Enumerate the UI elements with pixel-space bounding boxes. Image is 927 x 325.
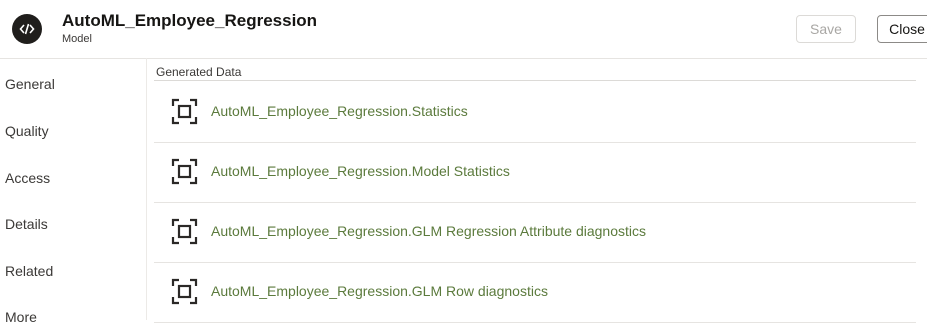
generated-data-item: AutoML_Employee_Regression.GLM Row diagn… (154, 262, 916, 323)
generated-data-item: AutoML_Employee_Regression.GLM Regressio… (154, 202, 916, 263)
code-icon (12, 14, 42, 44)
main-content: Generated Data AutoML_Employee_Regressio… (146, 58, 927, 323)
sidebar-item-general[interactable]: General (5, 76, 55, 92)
generated-data-link[interactable]: AutoML_Employee_Regression.GLM Regressio… (211, 223, 646, 239)
sidebar-item-related[interactable]: Related (5, 263, 53, 279)
table-data-icon (171, 218, 198, 245)
page-title: AutoML_Employee_Regression (62, 11, 318, 30)
section-divider (154, 80, 916, 81)
generated-data-link[interactable]: AutoML_Employee_Regression.Model Statist… (211, 163, 510, 179)
generated-data-item: AutoML_Employee_Regression.Model Statist… (154, 142, 916, 203)
sidebar-item-more[interactable]: More (5, 309, 37, 325)
sidebar-nav: General Quality Access Details Related M… (0, 58, 147, 325)
generated-data-link[interactable]: AutoML_Employee_Regression.GLM Row diagn… (211, 283, 548, 299)
close-button[interactable]: Close (877, 15, 927, 43)
section-title: Generated Data (156, 65, 242, 79)
table-data-icon (171, 278, 198, 305)
generated-data-link[interactable]: AutoML_Employee_Regression.Statistics (211, 103, 468, 119)
page-subtitle: Model (62, 33, 92, 45)
table-data-icon (171, 98, 198, 125)
generated-data-item: AutoML_Employee_Regression.Statistics (154, 82, 916, 143)
table-data-icon (171, 158, 198, 185)
save-button[interactable]: Save (796, 15, 856, 43)
sidebar-item-access[interactable]: Access (5, 170, 50, 186)
page-header: AutoML_Employee_Regression Model Save Cl… (0, 0, 927, 59)
sidebar-item-details[interactable]: Details (5, 216, 48, 232)
sidebar-item-quality[interactable]: Quality (5, 123, 49, 139)
